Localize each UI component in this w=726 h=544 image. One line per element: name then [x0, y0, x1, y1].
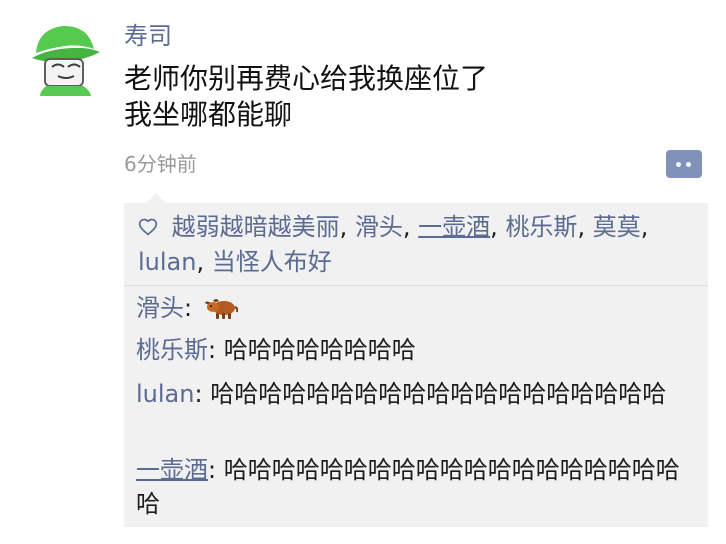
heart-icon — [138, 218, 158, 236]
post-timestamp: 6分钟前 — [124, 152, 197, 176]
liker-separator: , — [339, 213, 355, 241]
liker-name[interactable]: lulan — [138, 248, 196, 276]
liker-separator: , — [640, 213, 649, 241]
more-icon — [686, 162, 691, 167]
comment-separator: : — [184, 294, 193, 322]
comment-item[interactable]: 滑头: — [136, 291, 696, 325]
ox-emoji-icon — [204, 299, 238, 319]
liker-name[interactable]: 莫莫 — [593, 213, 641, 241]
comment-text: 哈哈哈哈哈哈哈哈哈哈哈哈哈哈哈哈哈哈哈 — [202, 380, 667, 408]
avatar[interactable] — [30, 18, 102, 96]
comment-area: 越弱越暗越美丽, 滑头, 一壶酒, 桃乐斯, 莫莫, lulan, 当怪人布好 … — [124, 193, 708, 527]
liker-separator: , — [577, 213, 593, 241]
comment-author[interactable]: 一壶酒 — [136, 456, 208, 484]
liker-name[interactable]: 越弱越暗越美丽 — [172, 213, 340, 241]
comment-text: 哈哈哈哈哈哈哈哈 — [216, 336, 416, 364]
comment-separator: : — [208, 456, 217, 484]
post-author-name[interactable]: 寿司 — [124, 20, 172, 52]
more-button[interactable] — [666, 150, 702, 178]
comment-separator: : — [208, 336, 217, 364]
liker-separator: , — [196, 248, 212, 276]
comment-separator: : — [194, 380, 203, 408]
comment-author[interactable]: lulan — [136, 380, 194, 408]
post-text: 老师你别再费心给我换座位了 我坐哪都能聊 — [124, 62, 489, 131]
comment-item[interactable]: 桃乐斯: 哈哈哈哈哈哈哈哈 — [136, 333, 696, 367]
likes-list: 越弱越暗越美丽, 滑头, 一壶酒, 桃乐斯, 莫莫, lulan, 当怪人布好 — [138, 210, 698, 280]
comment-author[interactable]: 滑头 — [136, 294, 184, 322]
liker-name[interactable]: 桃乐斯 — [505, 213, 577, 241]
liker-name[interactable]: 一壶酒 — [418, 213, 490, 241]
comment-item[interactable]: lulan: 哈哈哈哈哈哈哈哈哈哈哈哈哈哈哈哈哈哈哈 — [136, 377, 696, 411]
liker-separator: , — [402, 213, 419, 241]
liker-separator: , — [490, 213, 506, 241]
likes-divider — [124, 285, 708, 286]
liker-name[interactable]: 当怪人布好 — [212, 248, 332, 276]
more-icon — [676, 162, 681, 167]
liker-name[interactable]: 滑头 — [355, 213, 403, 241]
comment-text: 哈哈哈哈哈哈哈哈哈哈哈哈哈哈哈哈哈哈哈哈 — [136, 456, 680, 518]
comment-author[interactable]: 桃乐斯 — [136, 336, 208, 364]
comment-item[interactable]: 一壶酒: 哈哈哈哈哈哈哈哈哈哈哈哈哈哈哈哈哈哈哈哈 — [136, 453, 696, 521]
